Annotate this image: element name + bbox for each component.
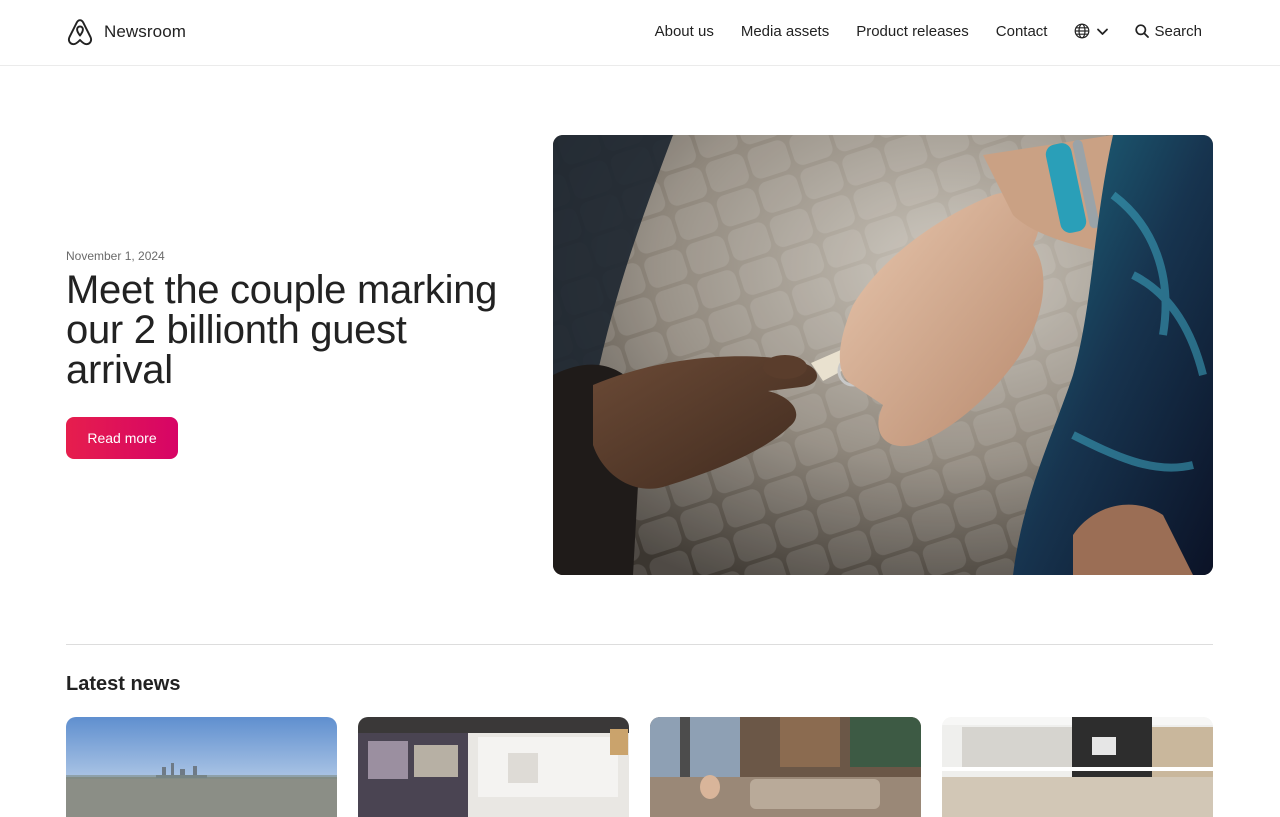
brand-name: Newsroom bbox=[104, 22, 187, 41]
nav-media-assets[interactable]: Media assets bbox=[741, 23, 829, 40]
search-label: Search bbox=[1154, 22, 1202, 40]
chevron-down-icon bbox=[1096, 25, 1109, 38]
latest-news-grid bbox=[66, 717, 1213, 817]
main-nav: About us Media assets Product releases C… bbox=[655, 19, 1202, 43]
nav-product-releases[interactable]: Product releases bbox=[856, 23, 969, 40]
search-icon bbox=[1135, 24, 1150, 38]
news-card-3[interactable] bbox=[650, 717, 921, 817]
section-divider bbox=[66, 644, 1213, 645]
globe-icon bbox=[1074, 23, 1090, 39]
read-more-button[interactable]: Read more bbox=[66, 417, 178, 459]
nav-about-us[interactable]: About us bbox=[655, 23, 714, 40]
hero-photo bbox=[553, 135, 1213, 575]
news-card-1[interactable] bbox=[66, 717, 337, 817]
news-card-image bbox=[942, 717, 1213, 817]
airbnb-belo-icon bbox=[66, 17, 94, 47]
brand-home-link[interactable]: Newsroom bbox=[66, 17, 186, 47]
latest-news-heading: Latest news bbox=[66, 673, 181, 695]
hero-date: November 1, 2024 bbox=[66, 249, 165, 263]
news-card-image bbox=[358, 717, 629, 817]
news-card-image bbox=[650, 717, 921, 817]
hero-title[interactable]: Meet the couple marking our 2 billionth … bbox=[66, 270, 506, 390]
nav-contact[interactable]: Contact bbox=[996, 23, 1048, 40]
search-button[interactable]: Search bbox=[1135, 23, 1202, 40]
language-selector[interactable] bbox=[1074, 23, 1109, 39]
site-header: Newsroom About us Media assets Product r… bbox=[0, 0, 1280, 66]
hero-image[interactable] bbox=[553, 135, 1213, 575]
hero-text: November 1, 2024 Meet the couple marking… bbox=[66, 249, 506, 390]
news-card-image bbox=[66, 717, 337, 817]
news-card-2[interactable] bbox=[358, 717, 629, 817]
news-card-4[interactable] bbox=[942, 717, 1213, 817]
